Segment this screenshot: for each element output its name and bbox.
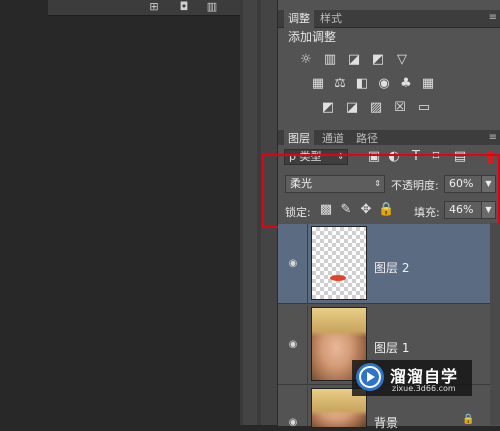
levels-icon[interactable]: ▥ xyxy=(322,52,338,68)
highlight-box xyxy=(262,154,500,228)
lips-shape xyxy=(330,275,346,281)
layer-name[interactable]: 背景 xyxy=(374,414,398,431)
eye-icon[interactable]: ◉ xyxy=(287,340,299,350)
color-balance-icon[interactable]: ⚖ xyxy=(332,76,348,92)
eye-column: ◉ xyxy=(278,386,308,428)
color-lookup-icon[interactable]: ▦ xyxy=(420,76,436,92)
hue-saturation-icon[interactable]: ▦ xyxy=(310,76,326,92)
layer-thumbnail xyxy=(311,226,367,300)
new-layer-icon[interactable]: ⊞ xyxy=(148,1,160,13)
panel-menu-icon[interactable]: ≡ xyxy=(489,12,497,23)
curves-icon[interactable]: ◪ xyxy=(346,52,362,68)
channel-mixer-icon[interactable]: ♣ xyxy=(398,76,414,92)
eye-column: ◉ xyxy=(278,305,308,384)
black-white-icon[interactable]: ◧ xyxy=(354,76,370,92)
watermark: 溜溜自学 zixue.3d66.com xyxy=(352,360,472,396)
canvas-area xyxy=(0,0,243,425)
add-adjustment-title: 添加调整 xyxy=(288,30,337,44)
layer-name[interactable]: 图层 2 xyxy=(374,259,409,276)
camera-icon[interactable]: ◘ xyxy=(178,1,190,13)
threshold-icon[interactable]: ▨ xyxy=(368,100,384,116)
panel-bottom-toolbar: ⊞ ◘ ▥ xyxy=(48,0,241,16)
gradient-map-icon[interactable]: ▭ xyxy=(416,100,432,116)
eye-icon[interactable]: ◉ xyxy=(287,259,299,269)
selective-color-icon[interactable]: ☒ xyxy=(392,100,408,116)
vibrance-icon[interactable]: ▽ xyxy=(394,52,410,68)
photo-filter-icon[interactable]: ◉ xyxy=(376,76,392,92)
tab-adjustments[interactable]: 调整 xyxy=(284,10,314,28)
posterize-icon[interactable]: ◪ xyxy=(344,100,360,116)
tab-styles[interactable]: 样式 xyxy=(316,10,346,28)
eye-column: ◉ xyxy=(278,224,308,303)
lock-icon: 🔒 xyxy=(462,414,475,425)
layer-row[interactable]: ◉ 图层 2 xyxy=(278,224,500,304)
invert-icon[interactable]: ◩ xyxy=(320,100,336,116)
adjustment-icons: ☼ ▥ ◪ ◩ ▽ ▦ ⚖ ◧ ◉ ♣ ▦ ◩ ◪ ▨ ☒ ▭ xyxy=(278,48,500,128)
trash-icon[interactable]: ▥ xyxy=(206,1,218,13)
layers-scrollbar[interactable] xyxy=(490,223,500,425)
layer-name[interactable]: 图层 1 xyxy=(374,339,409,356)
brightness-icon[interactable]: ☼ xyxy=(298,52,314,68)
adjustments-tabbar: 调整 样式 ≡ xyxy=(278,10,500,28)
play-logo-icon xyxy=(356,363,384,391)
eye-icon[interactable]: ◉ xyxy=(287,418,299,428)
exposure-icon[interactable]: ◩ xyxy=(370,52,386,68)
watermark-url: zixue.3d66.com xyxy=(392,384,456,393)
panel-menu-icon[interactable]: ≡ xyxy=(489,132,497,143)
